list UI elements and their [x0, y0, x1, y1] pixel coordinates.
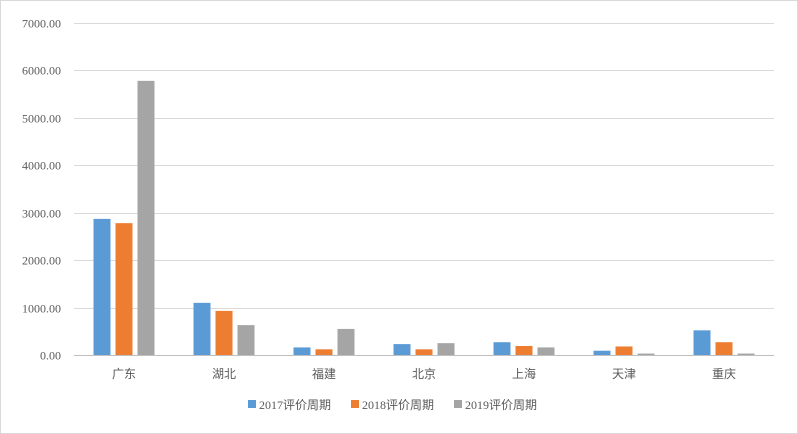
bar [393, 344, 411, 355]
legend-label: 2019评价周期 [465, 398, 537, 412]
bar [237, 325, 255, 355]
x-axis-category-labels: 广东 湖北 福建 北京 上海 天津 重庆 [112, 366, 736, 381]
bars [93, 80, 755, 355]
bar [415, 349, 433, 355]
y-axis-tick-labels: 0.00 1000.00 2000.00 3000.00 4000.00 5000.00 6… [22, 17, 61, 363]
y-tick-label: 3000.00 [22, 207, 61, 221]
x-category-label: 福建 [312, 366, 336, 381]
x-category-label: 重庆 [712, 367, 736, 381]
bar [115, 223, 133, 355]
legend-label: 2017评价周期 [259, 398, 331, 412]
x-category-label: 湖北 [212, 366, 236, 381]
bar [715, 342, 733, 355]
legend-swatch [248, 400, 256, 408]
y-tick-label: 0.00 [40, 349, 61, 363]
bar [437, 343, 455, 355]
bar [537, 347, 555, 355]
bar [293, 347, 311, 355]
bar [737, 353, 755, 355]
y-tick-label: 1000.00 [22, 302, 61, 316]
y-tick-label: 4000.00 [22, 159, 61, 173]
bar [593, 350, 611, 355]
y-tick-label: 6000.00 [22, 64, 61, 78]
y-tick-label: 2000.00 [22, 254, 61, 268]
x-category-label: 北京 [412, 367, 436, 381]
legend-swatch [454, 400, 462, 408]
bar [193, 302, 211, 355]
bar-chart: 0.00 1000.00 2000.00 3000.00 4000.00 5000.00 6… [22, 17, 774, 412]
bar [637, 353, 655, 355]
gridlines [74, 23, 774, 309]
legend: 2017评价周期 2018评价周期 2019评价周期 [248, 398, 537, 412]
legend-swatch [351, 400, 359, 408]
bar [693, 330, 711, 355]
x-category-label: 广东 [112, 367, 136, 381]
bar [93, 218, 111, 355]
bar [615, 346, 633, 355]
bar [315, 349, 333, 355]
chart-frame: 0.00 1000.00 2000.00 3000.00 4000.00 5000.00 6… [0, 0, 798, 434]
legend-label: 2018评价周期 [362, 398, 434, 412]
y-tick-label: 5000.00 [22, 112, 61, 126]
bar [337, 328, 355, 355]
bar [215, 310, 233, 355]
y-tick-label: 7000.00 [22, 17, 61, 31]
x-category-label: 上海 [512, 366, 536, 381]
x-category-label: 天津 [612, 367, 636, 381]
bar [493, 342, 511, 355]
bar [515, 345, 533, 355]
bar [137, 80, 155, 355]
